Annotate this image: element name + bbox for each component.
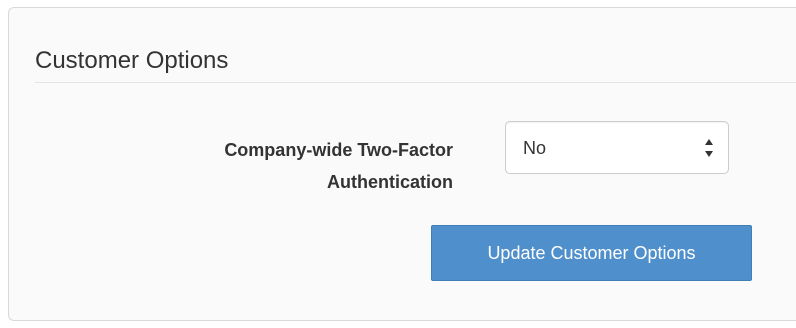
update-customer-options-button[interactable]: Update Customer Options: [431, 225, 752, 281]
two-factor-label: Company-wide Two-Factor Authentication: [224, 140, 453, 192]
two-factor-select-value: No: [523, 138, 547, 158]
customer-options-panel: Customer Options Company-wide Two-Factor…: [8, 7, 796, 321]
title-divider: [35, 82, 796, 83]
sort-arrows-icon: [704, 137, 714, 159]
panel-title: Customer Options: [35, 47, 229, 74]
two-factor-select[interactable]: No: [505, 121, 729, 174]
